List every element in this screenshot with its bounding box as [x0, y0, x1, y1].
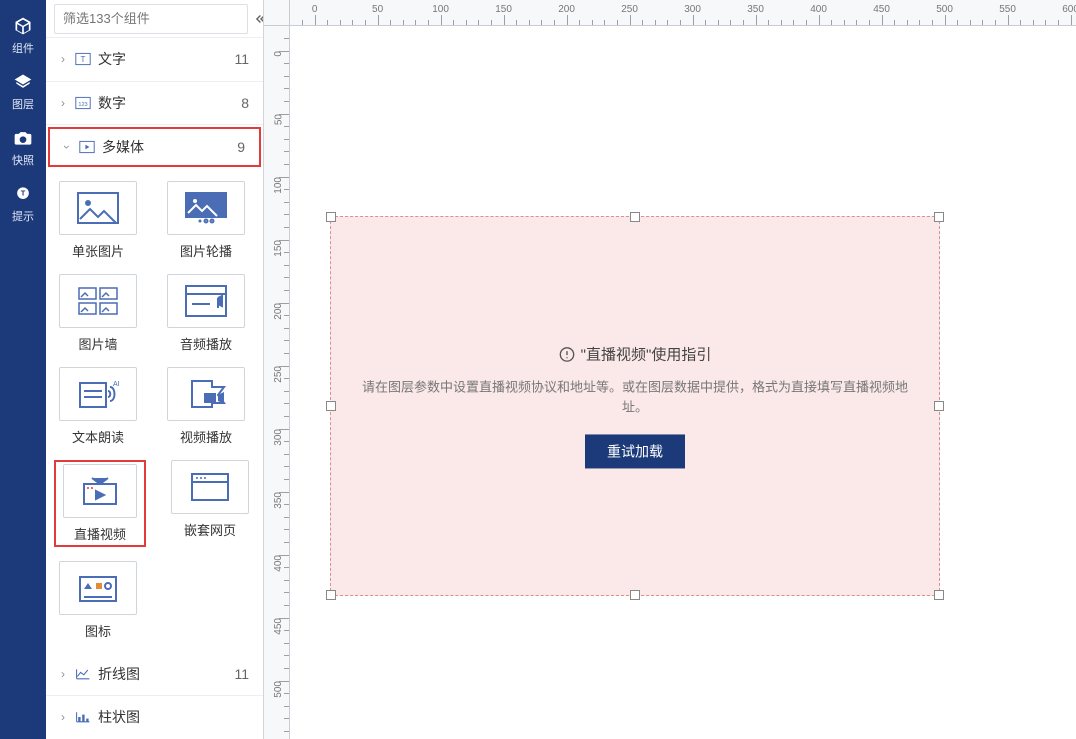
grid-item-text-read[interactable]: AI 文本朗读: [54, 367, 142, 446]
guide-body: 请在图层参数中设置直播视频协议和地址等。或在图层数据中提供，格式为直接填写直播视…: [331, 377, 939, 419]
grid-item-image-carousel[interactable]: 图片轮播: [162, 181, 250, 260]
rail-hint[interactable]: T 提示: [0, 176, 46, 232]
guide-message: "直播视频"使用指引 请在图层参数中设置直播视频协议和地址等。或在图层数据中提供…: [331, 343, 939, 468]
category-media[interactable]: › 多媒体 9: [48, 127, 261, 167]
info-icon: [559, 346, 575, 362]
tool-rail: 组件 图层 快照 T 提示: [0, 0, 46, 739]
number-icon: 123: [74, 96, 92, 110]
tv-icon: [78, 474, 122, 508]
category-label: 文字: [98, 49, 234, 69]
svg-text:AI: AI: [113, 381, 120, 388]
component-panel: › T 文字 11 › 123 数字 8 › 多媒体 9 单张图片 图片轮播 图…: [46, 0, 264, 739]
svg-text:123: 123: [78, 102, 87, 108]
chevron-right-icon: ›: [56, 667, 70, 681]
rail-snapshot[interactable]: 快照: [0, 120, 46, 176]
canvas-area: 050100150200250300350400450500550600 050…: [264, 0, 1076, 739]
grid-label: 文本朗读: [72, 427, 124, 446]
media-grid: 单张图片 图片轮播 图片墙 音频播放 AI 文本朗读 视频播放 直播视频 嵌套网: [46, 169, 263, 652]
category-label: 柱状图: [98, 707, 249, 727]
resize-handle-bottom-right[interactable]: [934, 590, 944, 600]
svg-text:T: T: [81, 56, 86, 65]
svg-text:T: T: [21, 189, 26, 198]
category-line-chart[interactable]: › 折线图 11: [46, 652, 263, 695]
grid-label: 图片墙: [78, 334, 117, 353]
chevron-right-icon: ›: [56, 52, 70, 66]
category-count: 11: [234, 51, 249, 67]
category-label: 多媒体: [102, 137, 237, 157]
chevron-right-icon: ›: [56, 710, 70, 724]
browser-icon: [188, 470, 232, 504]
rail-label: 图层: [12, 96, 34, 112]
category-text[interactable]: › T 文字 11: [46, 38, 263, 81]
category-count: 8: [241, 95, 249, 111]
grid-label: 单张图片: [72, 241, 124, 260]
rail-label: 提示: [12, 208, 34, 224]
cube-icon: [13, 16, 33, 36]
selected-element[interactable]: "直播视频"使用指引 请在图层参数中设置直播视频协议和地址等。或在图层数据中提供…: [330, 216, 940, 596]
line-chart-icon: [74, 667, 92, 681]
grid-item-live-video[interactable]: 直播视频: [54, 460, 146, 547]
grid-label: 图片轮播: [180, 241, 232, 260]
grid-item-audio-play[interactable]: 音频播放: [162, 274, 250, 353]
grid-item-image-wall[interactable]: 图片墙: [54, 274, 142, 353]
category-bar-chart[interactable]: › 柱状图: [46, 696, 263, 739]
category-count: 11: [234, 666, 249, 682]
panel-header: [46, 0, 263, 38]
video-icon: [184, 377, 228, 411]
guide-title: "直播视频"使用指引: [581, 343, 712, 364]
rail-label: 组件: [12, 40, 34, 56]
chevron-right-icon: ›: [56, 96, 70, 110]
tts-icon: AI: [76, 377, 120, 411]
media-icon: [78, 140, 96, 154]
category-label: 折线图: [98, 664, 234, 684]
audio-icon: [184, 284, 228, 318]
rail-layers[interactable]: 图层: [0, 64, 46, 120]
chevron-double-left-icon: [254, 12, 264, 26]
chevron-down-icon: ›: [60, 140, 74, 154]
resize-handle-bottom-center[interactable]: [630, 590, 640, 600]
grid-label: 音频播放: [180, 334, 232, 353]
ruler-vertical: 050100150200250300350400450500550: [264, 26, 290, 739]
grid-label: 嵌套网页: [184, 520, 236, 539]
category-number[interactable]: › 123 数字 8: [46, 82, 263, 125]
grid-label: 视频播放: [180, 427, 232, 446]
resize-handle-bottom-left[interactable]: [326, 590, 336, 600]
search-input[interactable]: [54, 4, 248, 34]
grid-item-video-play[interactable]: 视频播放: [162, 367, 250, 446]
retry-button[interactable]: 重试加载: [585, 435, 685, 469]
text-icon: T: [74, 52, 92, 66]
collapse-button[interactable]: [254, 4, 264, 34]
image-icon: [76, 191, 120, 225]
category-count: 9: [237, 139, 245, 155]
camera-icon: [13, 128, 33, 148]
rail-label: 快照: [12, 152, 34, 168]
resize-handle-top-center[interactable]: [630, 212, 640, 222]
canvas-stage[interactable]: "直播视频"使用指引 请在图层参数中设置直播视频协议和地址等。或在图层数据中提供…: [290, 26, 1076, 739]
rail-components[interactable]: 组件: [0, 8, 46, 64]
grid-item-single-image[interactable]: 单张图片: [54, 181, 142, 260]
wall-icon: [76, 284, 120, 318]
resize-handle-top-right[interactable]: [934, 212, 944, 222]
category-label: 数字: [98, 93, 241, 113]
bar-chart-icon: [74, 710, 92, 724]
layers-icon: [13, 72, 33, 92]
ruler-horizontal: 050100150200250300350400450500550600: [290, 0, 1076, 26]
bulb-icon: T: [13, 184, 33, 204]
resize-handle-top-left[interactable]: [326, 212, 336, 222]
grid-item-icon-lib[interactable]: 图标: [54, 561, 142, 640]
grid-label: 图标: [85, 621, 111, 640]
grid-label: 直播视频: [74, 524, 126, 543]
carousel-icon: [184, 191, 228, 225]
shapes-icon: [76, 571, 120, 605]
ruler-corner: [264, 0, 290, 26]
grid-item-embed-page[interactable]: 嵌套网页: [166, 460, 254, 547]
